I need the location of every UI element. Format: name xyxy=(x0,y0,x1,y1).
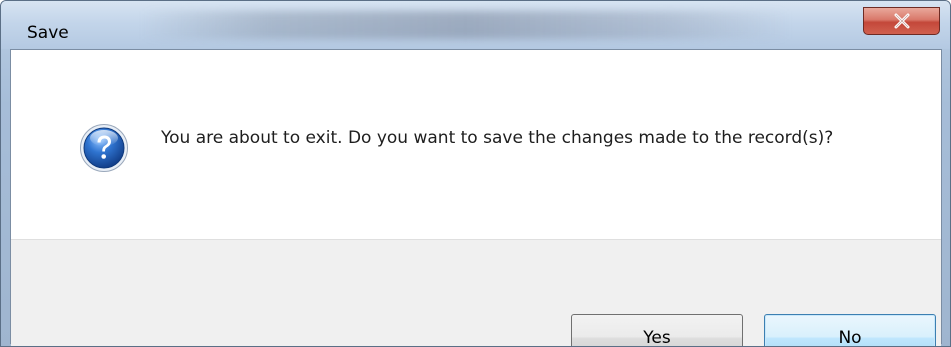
no-button[interactable]: No xyxy=(764,314,936,346)
title-bar[interactable]: Save xyxy=(1,1,950,49)
question-icon xyxy=(80,124,128,172)
blurred-background-title xyxy=(141,11,791,39)
save-dialog: Save You are about to exit. Do you want … xyxy=(0,0,951,347)
button-bar: Yes No xyxy=(11,239,941,346)
window-title: Save xyxy=(27,23,69,43)
close-icon xyxy=(894,13,909,29)
yes-button[interactable]: Yes xyxy=(571,314,743,346)
close-button[interactable] xyxy=(863,7,940,35)
message-area: You are about to exit. Do you want to sa… xyxy=(11,50,941,240)
dialog-body: You are about to exit. Do you want to sa… xyxy=(10,49,942,346)
dialog-message: You are about to exit. Do you want to sa… xyxy=(161,128,834,148)
